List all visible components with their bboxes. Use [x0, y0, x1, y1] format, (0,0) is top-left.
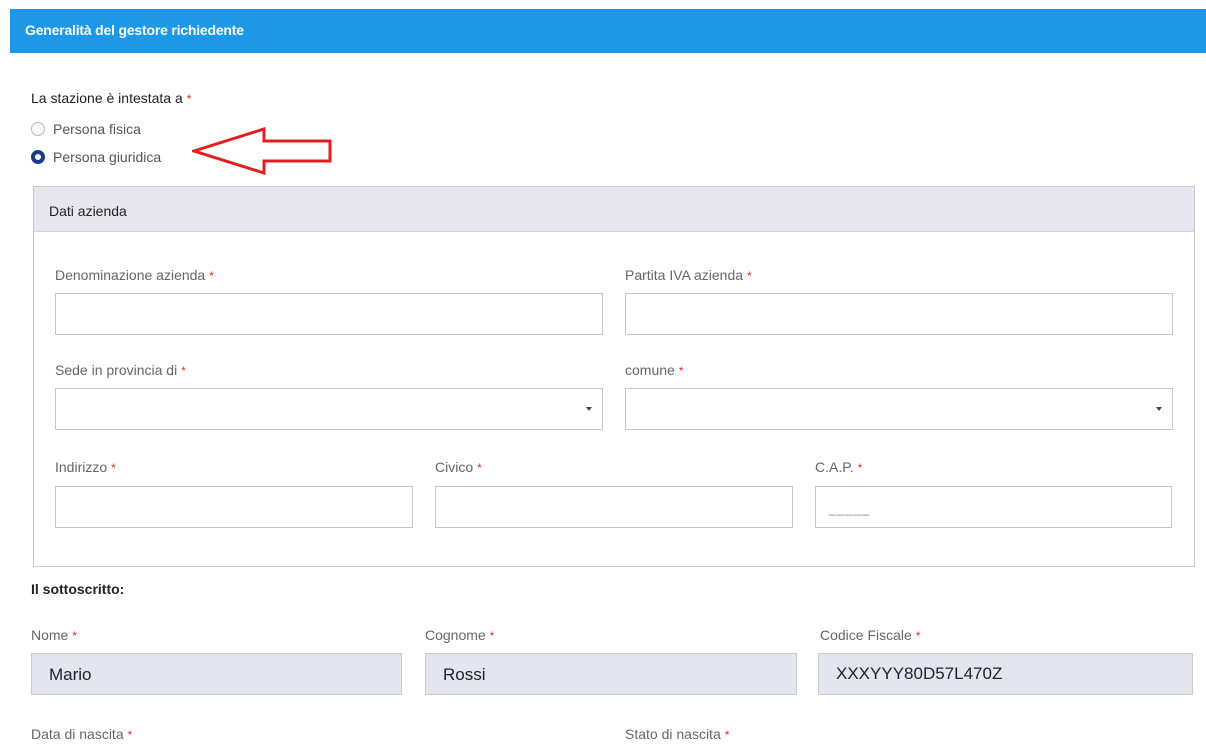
stato-nascita-label-text: Stato di nascita	[625, 726, 721, 742]
denominazione-label: Denominazione azienda *	[55, 267, 214, 283]
cognome-label-text: Cognome	[425, 627, 486, 643]
civico-input[interactable]	[435, 486, 793, 528]
ownership-question: La stazione è intestata a *	[31, 90, 191, 106]
company-data-panel: Dati azienda Denominazione azienda * Part…	[33, 186, 1195, 567]
cap-input[interactable]: _____	[815, 486, 1172, 528]
radio-persona-giuridica[interactable]: Persona giuridica	[31, 147, 161, 167]
cap-label-text: C.A.P.	[815, 459, 854, 475]
codice-fiscale-label-text: Codice Fiscale	[820, 627, 912, 643]
cap-input-mask: _____	[829, 501, 871, 516]
required-marker: *	[489, 629, 495, 643]
codice-fiscale-label: Codice Fiscale *	[820, 627, 921, 643]
required-marker: *	[72, 629, 78, 643]
indirizzo-label: Indirizzo *	[55, 459, 116, 475]
section-header: Generalità del gestore richiedente	[10, 9, 1206, 53]
comune-label-text: comune	[625, 362, 675, 378]
piva-label-text: Partita IVA azienda	[625, 267, 744, 283]
chevron-down-icon[interactable]	[586, 407, 592, 411]
ownership-question-label: La stazione è intestata a	[31, 90, 183, 106]
company-panel-title: Dati azienda	[49, 203, 127, 219]
data-nascita-label-text: Data di nascita	[31, 726, 124, 742]
required-marker: *	[724, 728, 730, 742]
comune-select[interactable]	[625, 388, 1173, 430]
company-panel-header: Dati azienda	[34, 187, 1194, 232]
chevron-down-icon[interactable]	[1156, 407, 1162, 411]
red-arrow-left-icon	[192, 127, 332, 175]
denominazione-label-text: Denominazione azienda	[55, 267, 206, 283]
radio-selected-icon[interactable]	[31, 150, 45, 164]
required-marker: *	[477, 461, 482, 475]
required-marker: *	[747, 269, 752, 283]
provincia-label: Sede in provincia di *	[55, 362, 186, 378]
required-marker: *	[915, 629, 921, 643]
radio-label: Persona giuridica	[53, 149, 162, 165]
piva-label: Partita IVA azienda *	[625, 267, 752, 283]
radio-unselected-icon[interactable]	[31, 122, 45, 136]
civico-label: Civico *	[435, 459, 482, 475]
required-marker: *	[857, 461, 863, 475]
required-marker: *	[186, 92, 192, 106]
provincia-label-text: Sede in provincia di	[55, 362, 178, 378]
required-marker: *	[181, 364, 186, 378]
radio-persona-fisica[interactable]: Persona fisica	[31, 119, 141, 139]
data-nascita-label: Data di nascita *	[31, 726, 132, 742]
nome-label-text: Nome	[31, 627, 69, 643]
indirizzo-input[interactable]	[55, 486, 413, 528]
stato-nascita-label: Stato di nascita *	[625, 726, 729, 742]
required-marker: *	[209, 269, 214, 283]
nome-field: Mario	[31, 653, 402, 695]
cognome-field: Rossi	[425, 653, 797, 695]
cognome-label: Cognome *	[425, 627, 494, 643]
signer-section-title: Il sottoscritto:	[31, 581, 125, 597]
cognome-value: Rossi	[443, 665, 486, 684]
codice-fiscale-value: XXXYYY80D57L470Z	[836, 664, 1003, 683]
indirizzo-label-text: Indirizzo	[55, 459, 108, 475]
comune-label: comune *	[625, 362, 683, 378]
section-title: Generalità del gestore richiedente	[25, 22, 244, 38]
required-marker: *	[127, 728, 133, 742]
nome-label: Nome *	[31, 627, 77, 643]
cap-label: C.A.P. *	[815, 459, 862, 475]
civico-label-text: Civico	[435, 459, 474, 475]
denominazione-input[interactable]	[55, 293, 603, 335]
provincia-select[interactable]	[55, 388, 603, 430]
required-marker: *	[111, 461, 116, 475]
radio-label: Persona fisica	[53, 121, 141, 137]
codice-fiscale-field: XXXYYY80D57L470Z	[818, 653, 1193, 695]
required-marker: *	[678, 364, 684, 378]
piva-input[interactable]	[625, 293, 1173, 335]
nome-value: Mario	[49, 665, 92, 684]
